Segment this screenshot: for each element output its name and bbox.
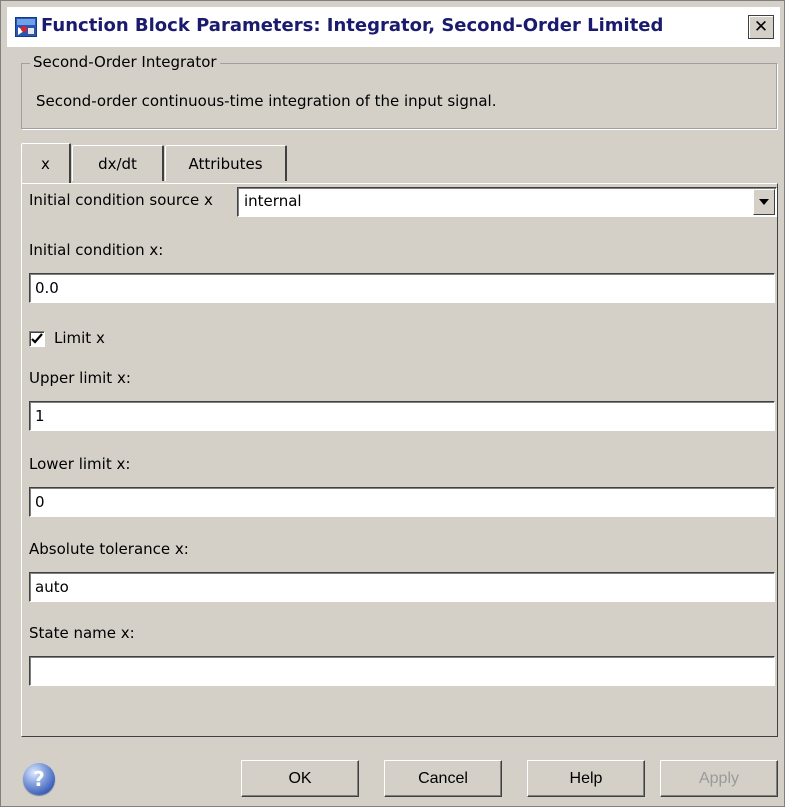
apply-label: Apply [698, 769, 740, 787]
tab-label: Attributes [188, 154, 263, 173]
ic-source-label: Initial condition source x [29, 191, 213, 209]
block-parameters-dialog: Function Block Parameters: Integrator, S… [0, 0, 785, 807]
cancel-label: Cancel [418, 769, 468, 787]
help-button[interactable]: Help [527, 760, 645, 797]
block-description-group: Second-Order Integrator Second-order con… [21, 53, 777, 129]
cancel-button[interactable]: Cancel [384, 760, 502, 797]
ic-source-select[interactable]: internal [237, 187, 777, 217]
title-bar[interactable]: Function Block Parameters: Integrator, S… [7, 7, 780, 47]
ic-field[interactable] [29, 273, 775, 303]
ic-label: Initial condition x: [29, 241, 164, 259]
lower-limit-label: Lower limit x: [29, 455, 131, 473]
help-icon-glyph: ? [33, 767, 45, 791]
help-label: Help [569, 769, 603, 787]
lower-limit-field[interactable] [29, 487, 775, 517]
simulink-block-icon [15, 17, 37, 37]
tab-x[interactable]: x [21, 143, 71, 183]
upper-limit-label: Upper limit x: [29, 369, 131, 387]
tab-label: x [41, 154, 50, 173]
chevron-down-icon [759, 199, 769, 205]
limit-x-label: Limit x [54, 329, 105, 347]
abstol-label: Absolute tolerance x: [29, 540, 189, 558]
tab-panel-x [21, 183, 778, 737]
abstol-field[interactable] [29, 572, 775, 602]
block-description: Second-order continuous-time integration… [36, 92, 497, 110]
tab-label: dx/dt [98, 154, 137, 173]
tab-attributes[interactable]: Attributes [165, 145, 287, 181]
close-button[interactable]: ✕ [748, 15, 774, 39]
state-name-label: State name x: [29, 624, 135, 642]
state-name-field[interactable] [29, 656, 775, 686]
upper-limit-field[interactable] [29, 401, 775, 431]
apply-button[interactable]: Apply [660, 760, 778, 797]
ok-button[interactable]: OK [241, 760, 359, 797]
ok-label: OK [288, 769, 312, 787]
ic-source-value: internal [244, 192, 302, 210]
dropdown-button[interactable] [753, 189, 775, 215]
tab-dx-dt[interactable]: dx/dt [72, 145, 164, 181]
window-title: Function Block Parameters: Integrator, S… [41, 15, 664, 36]
checkmark-icon [31, 333, 43, 344]
limit-x-checkbox[interactable] [29, 331, 45, 347]
help-icon[interactable]: ? [23, 763, 55, 795]
group-legend: Second-Order Integrator [30, 53, 220, 71]
close-icon: ✕ [753, 17, 769, 37]
